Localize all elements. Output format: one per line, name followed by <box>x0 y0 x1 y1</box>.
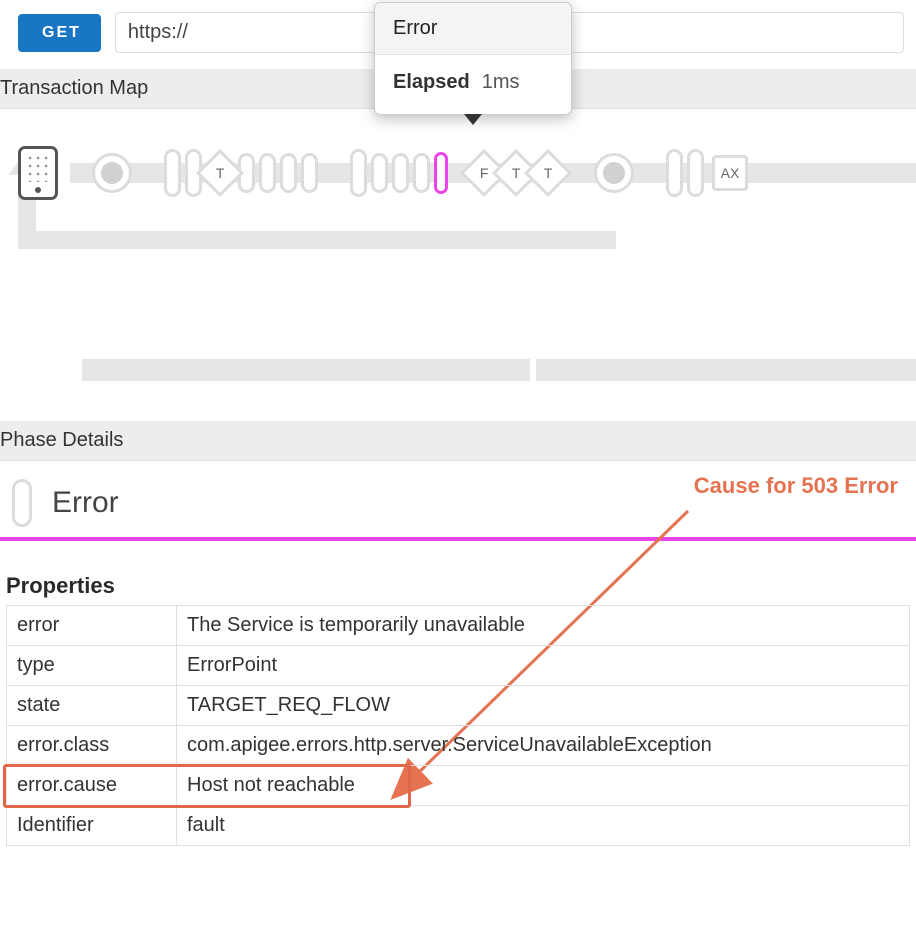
property-value: Host not reachable <box>177 766 910 806</box>
property-value: com.apigee.errors.http.server.ServiceUna… <box>177 726 910 766</box>
policy-step[interactable] <box>687 149 704 197</box>
table-row: Identifierfault <box>7 806 910 846</box>
table-row: error.classcom.apigee.errors.http.server… <box>7 726 910 766</box>
section-phase-details: Phase Details <box>0 421 916 461</box>
property-key: type <box>7 646 177 686</box>
property-key: Identifier <box>7 806 177 846</box>
policy-step[interactable] <box>392 153 409 193</box>
property-key: error.cause <box>7 766 177 806</box>
property-value: TARGET_REQ_FLOW <box>177 686 910 726</box>
client-device-icon[interactable] <box>18 146 58 200</box>
tooltip-title: Error <box>375 3 571 55</box>
property-key: error <box>7 606 177 646</box>
condition-step[interactable]: T <box>524 149 572 197</box>
phase-name: Error <box>52 486 119 520</box>
annotation-label: Cause for 503 Error <box>694 473 898 499</box>
property-value: The Service is temporarily unavailable <box>177 606 910 646</box>
table-row: stateTARGET_REQ_FLOW <box>7 686 910 726</box>
property-value: ErrorPoint <box>177 646 910 686</box>
table-row: error.causeHost not reachable <box>7 766 910 806</box>
property-key: error.class <box>7 726 177 766</box>
transaction-map: T F T T AX <box>0 109 916 289</box>
error-tooltip: Error Elapsed 1ms <box>374 2 572 115</box>
policy-step[interactable] <box>280 153 297 193</box>
flow-endpoint-end[interactable] <box>594 153 634 193</box>
http-method-button[interactable]: GET <box>18 14 101 52</box>
properties-heading: Properties <box>6 569 910 605</box>
properties-panel: Properties errorThe Service is temporari… <box>0 541 916 856</box>
properties-table: errorThe Service is temporarily unavaila… <box>6 605 910 846</box>
segment-bar[interactable] <box>536 359 916 381</box>
target-box[interactable]: AX <box>712 155 748 191</box>
segment-bars <box>0 289 916 421</box>
tooltip-elapsed-value: 1ms <box>482 71 520 94</box>
tooltip-arrow-icon <box>464 114 482 125</box>
policy-step[interactable] <box>350 149 367 197</box>
segment-bar[interactable] <box>82 359 530 381</box>
policy-step[interactable] <box>371 153 388 193</box>
phase-icon <box>12 479 32 527</box>
property-value: fault <box>177 806 910 846</box>
selected-error-step[interactable] <box>434 152 448 194</box>
flow-endpoint-start[interactable] <box>92 153 132 193</box>
policy-step[interactable] <box>259 153 276 193</box>
condition-step[interactable]: T <box>196 149 244 197</box>
table-row: errorThe Service is temporarily unavaila… <box>7 606 910 646</box>
tooltip-elapsed-label: Elapsed <box>393 71 470 94</box>
policy-step[interactable] <box>164 149 181 197</box>
policy-step[interactable] <box>666 149 683 197</box>
policy-step[interactable] <box>413 153 430 193</box>
return-arrow-icon <box>18 231 616 249</box>
phase-title-row: Error Cause for 503 Error <box>0 461 916 537</box>
table-row: typeErrorPoint <box>7 646 910 686</box>
policy-step[interactable] <box>301 153 318 193</box>
property-key: state <box>7 686 177 726</box>
